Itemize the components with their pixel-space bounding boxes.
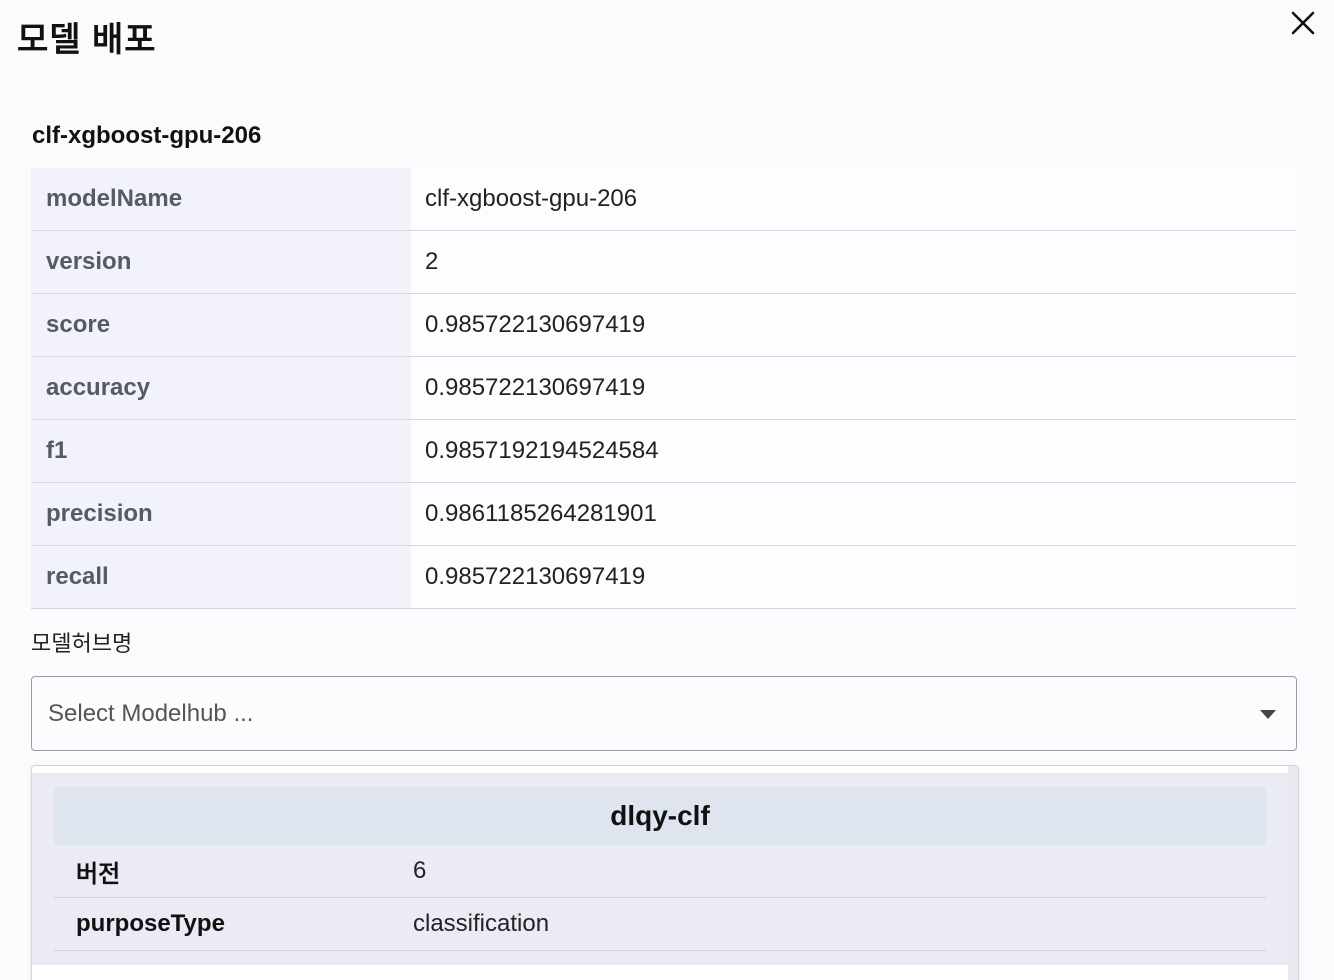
close-button[interactable] xyxy=(1286,6,1320,40)
row-key: version xyxy=(31,230,411,294)
table-row: version 2 xyxy=(31,230,1296,294)
table-row: f1 0.9857192194524584 xyxy=(31,419,1296,483)
dropdown-scrollbar[interactable] xyxy=(1288,766,1298,980)
modelhub-label: 모델허브명 xyxy=(31,631,133,656)
row-key: modelName xyxy=(31,168,411,231)
row-key: score xyxy=(31,293,411,357)
option-row-key: purposeType xyxy=(76,910,225,937)
option-row-key: 버전 xyxy=(76,860,121,888)
row-value: 2 xyxy=(411,230,1296,294)
table-row: precision 0.9861185264281901 xyxy=(31,482,1296,546)
row-value: 0.985722130697419 xyxy=(411,356,1296,420)
row-key: precision xyxy=(31,482,411,546)
table-row: accuracy 0.985722130697419 xyxy=(31,356,1296,420)
option-row-value: 6 xyxy=(413,857,427,884)
close-icon xyxy=(1291,11,1315,35)
model-info-table: modelName clf-xgboost-gpu-206 version 2 … xyxy=(31,168,1296,609)
modelhub-dropdown-menu: dlqy-clf 버전 6 purposeType classification xyxy=(31,765,1299,980)
model-name-heading: clf-xgboost-gpu-206 xyxy=(32,122,262,149)
modelhub-option[interactable]: dlqy-clf 버전 6 purposeType classification xyxy=(32,773,1288,965)
caret-down-icon xyxy=(1260,710,1276,719)
table-row: score 0.985722130697419 xyxy=(31,293,1296,357)
option-row: 버전 6 xyxy=(54,845,1266,898)
modelhub-select[interactable]: Select Modelhub ... xyxy=(31,676,1297,751)
row-value: 0.985722130697419 xyxy=(411,545,1296,609)
row-value: 0.985722130697419 xyxy=(411,293,1296,357)
table-row: recall 0.985722130697419 xyxy=(31,545,1296,609)
row-value: 0.9861185264281901 xyxy=(411,482,1296,546)
row-value: 0.9857192194524584 xyxy=(411,419,1296,483)
row-key: f1 xyxy=(31,419,411,483)
table-row: modelName clf-xgboost-gpu-206 xyxy=(31,168,1296,231)
modelhub-select-placeholder: Select Modelhub ... xyxy=(48,699,254,727)
dialog-title: 모델 배포 xyxy=(17,21,157,59)
option-title: dlqy-clf xyxy=(54,787,1266,845)
row-value: clf-xgboost-gpu-206 xyxy=(411,168,1296,231)
option-row: purposeType classification xyxy=(54,898,1266,951)
option-row-value: classification xyxy=(413,910,550,937)
row-key: recall xyxy=(31,545,411,609)
row-key: accuracy xyxy=(31,356,411,420)
